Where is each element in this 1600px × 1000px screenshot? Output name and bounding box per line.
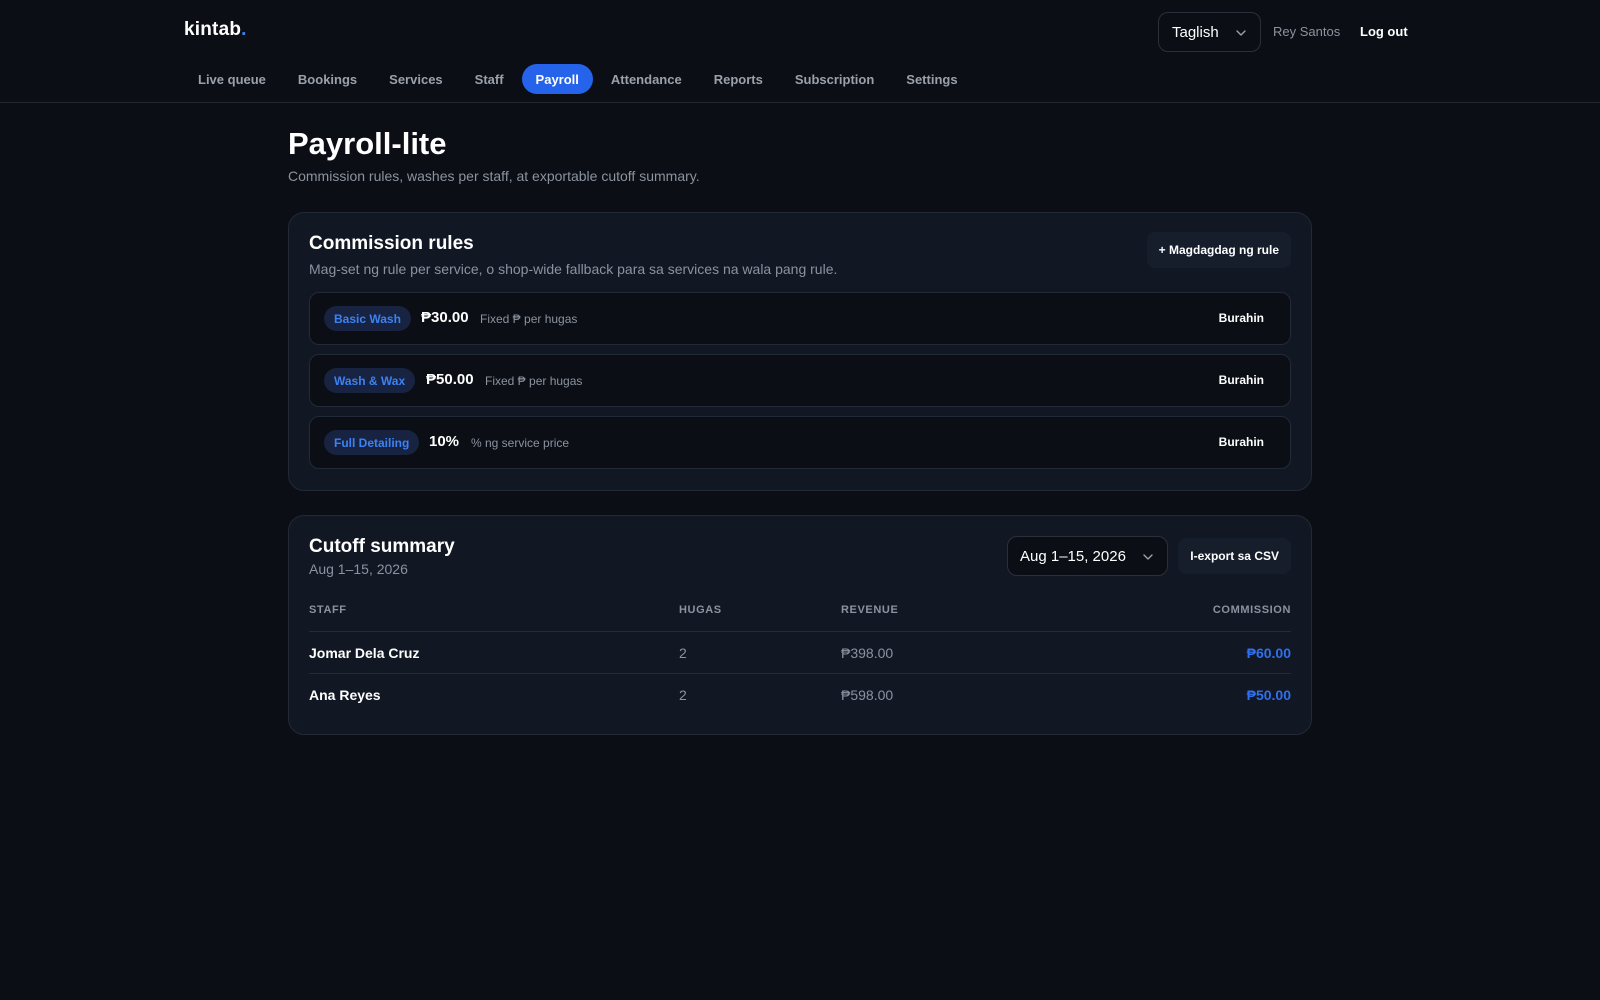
logo-dot: . <box>241 19 247 40</box>
commission-value: ₱60.00 <box>1246 645 1291 661</box>
nav-item-live-queue[interactable]: Live queue <box>184 64 280 94</box>
commission-rules-title: Commission rules <box>309 233 474 254</box>
nav-item-settings[interactable]: Settings <box>892 64 971 94</box>
column-header-revenue: REVENUE <box>841 604 899 616</box>
nav-item-reports[interactable]: Reports <box>700 64 777 94</box>
table-row: Jomar Dela Cruz 2 ₱398.00 ₱60.00 <box>309 631 1291 673</box>
nav-item-payroll[interactable]: Payroll <box>521 64 593 94</box>
cutoff-select-value: Aug 1–15, 2026 <box>1020 547 1126 565</box>
cutoff-summary-card: Cutoff summary Aug 1–15, 2026 Aug 1–15, … <box>288 515 1312 735</box>
cutoff-period: Aug 1–15, 2026 <box>309 561 408 577</box>
column-header-commission: COMMISSION <box>1212 604 1291 616</box>
page-title: Payroll-lite <box>288 126 447 161</box>
rule-type: Fixed ₱ per hugas <box>480 312 578 326</box>
revenue-value: ₱598.00 <box>841 687 894 703</box>
rule-service-chip: Wash & Wax <box>324 368 416 393</box>
column-header-staff: STAFF <box>309 604 347 616</box>
rule-row: Wash & Wax ₱50.00 Fixed ₱ per hugas Bura… <box>309 354 1291 407</box>
page-subtitle: Commission rules, washes per staff, at e… <box>288 168 700 184</box>
chevron-down-icon <box>1236 30 1246 36</box>
rule-service-chip: Basic Wash <box>324 306 411 331</box>
chevron-down-icon <box>1143 554 1153 560</box>
rule-type: Fixed ₱ per hugas <box>485 374 583 388</box>
column-header-hugas: HUGAS <box>679 604 722 616</box>
app-logo[interactable]: kintab. <box>184 19 247 41</box>
commission-value: ₱50.00 <box>1246 687 1291 703</box>
current-user-name: Rey Santos <box>1273 24 1341 39</box>
logout-button[interactable]: Log out <box>1360 24 1408 39</box>
nav-item-services[interactable]: Services <box>375 64 457 94</box>
nav-item-bookings[interactable]: Bookings <box>284 64 371 94</box>
rule-service-chip: Full Detailing <box>324 430 420 455</box>
cutoff-summary-title: Cutoff summary <box>309 536 455 557</box>
staff-name: Jomar Dela Cruz <box>309 645 420 661</box>
language-select-value: Taglish <box>1172 23 1219 41</box>
add-rule-button[interactable]: + Magdagdag ng rule <box>1146 232 1291 268</box>
nav-item-attendance[interactable]: Attendance <box>597 64 696 94</box>
rule-row: Full Detailing 10% % ng service price Bu… <box>309 416 1291 469</box>
hugas-count: 2 <box>679 645 687 661</box>
delete-rule-button[interactable]: Burahin <box>1219 373 1264 387</box>
table-row: Ana Reyes 2 ₱598.00 ₱50.00 <box>309 673 1291 715</box>
top-header: kintab. Taglish Rey Santos Log out Live … <box>0 0 1600 103</box>
delete-rule-button[interactable]: Burahin <box>1219 311 1264 325</box>
main-nav: Live queue Bookings Services Staff Payro… <box>184 64 976 94</box>
rule-type: % ng service price <box>471 436 570 450</box>
language-select[interactable]: Taglish <box>1158 12 1261 52</box>
staff-name: Ana Reyes <box>309 687 381 703</box>
export-csv-button[interactable]: I-export sa CSV <box>1178 538 1291 574</box>
rule-row: Basic Wash ₱30.00 Fixed ₱ per hugas Bura… <box>309 292 1291 345</box>
nav-item-staff[interactable]: Staff <box>461 64 518 94</box>
rule-amount: ₱30.00 <box>421 309 469 326</box>
logo-text: kintab <box>184 19 242 40</box>
commission-rules-card: Commission rules Mag-set ng rule per ser… <box>288 212 1312 491</box>
hugas-count: 2 <box>679 687 687 703</box>
rule-amount: ₱50.00 <box>426 371 474 388</box>
rule-amount: 10% <box>429 433 460 450</box>
cutoff-select[interactable]: Aug 1–15, 2026 <box>1007 536 1168 576</box>
nav-item-subscription[interactable]: Subscription <box>781 64 888 94</box>
commission-rules-subtitle: Mag-set ng rule per service, o shop-wide… <box>309 261 838 277</box>
delete-rule-button[interactable]: Burahin <box>1219 435 1264 449</box>
revenue-value: ₱398.00 <box>841 645 894 661</box>
